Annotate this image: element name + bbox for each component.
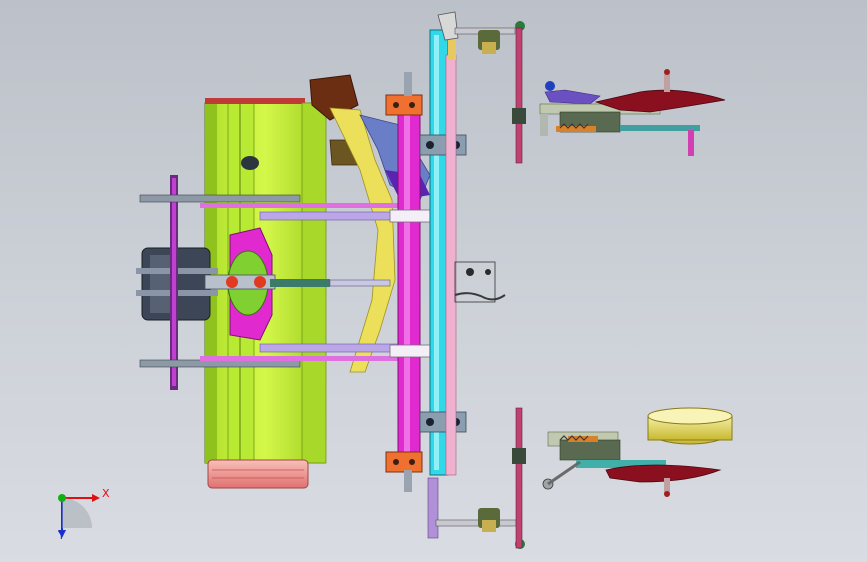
press-wheel-lower[interactable] <box>542 407 733 497</box>
axis-y-label: Y <box>58 529 65 542</box>
assembly-drawing <box>58 11 733 549</box>
press-wheel-upper[interactable] <box>539 69 726 156</box>
bottom-roller[interactable] <box>207 459 309 489</box>
marker-arms[interactable] <box>512 27 526 549</box>
cad-viewport[interactable]: X Y <box>0 0 867 562</box>
bottom-bracket[interactable] <box>427 477 525 549</box>
axis-x-label: X <box>102 487 110 500</box>
cyan-frame[interactable] <box>419 20 467 476</box>
meter-assembly[interactable] <box>454 261 506 303</box>
springs <box>559 123 589 441</box>
